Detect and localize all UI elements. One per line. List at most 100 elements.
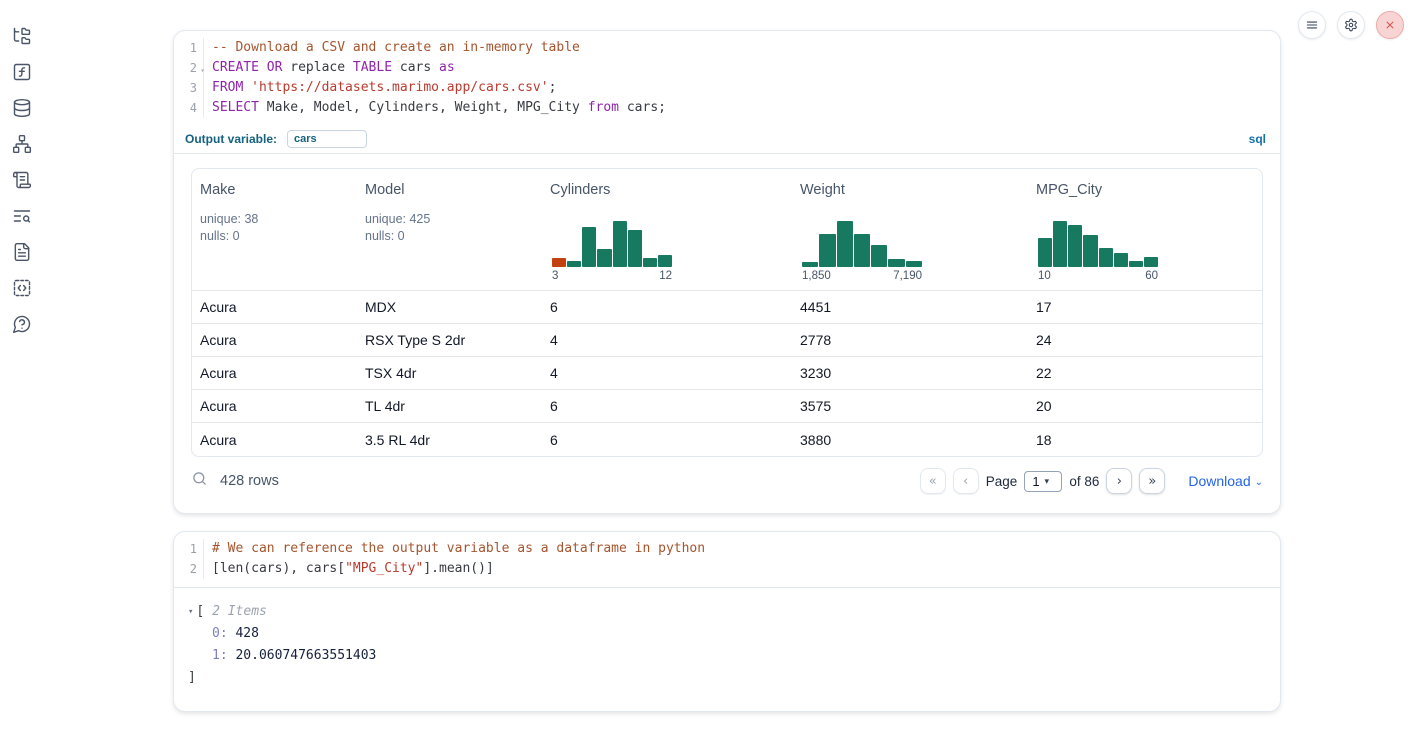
histogram-bar xyxy=(837,221,853,267)
histogram-max-label: 12 xyxy=(659,270,672,282)
dependency-graph-icon[interactable] xyxy=(4,126,40,162)
column-stats: unique: 38nulls: 0 xyxy=(200,211,349,245)
column-header-mpg_city[interactable]: MPG_City 1060 xyxy=(1028,169,1262,290)
table-row[interactable]: AcuraTL 4dr6357520 xyxy=(192,390,1262,423)
column-histogram[interactable]: 3 12 xyxy=(552,221,672,282)
code-line[interactable]: 4SELECT Make, Model, Cylinders, Weight, … xyxy=(174,98,1280,118)
download-button[interactable]: Download ⌄ xyxy=(1188,473,1263,489)
sql-code-editor[interactable]: 1-- Download a CSV and create an in-memo… xyxy=(174,31,1280,124)
histogram-bar xyxy=(567,261,581,267)
code-line[interactable]: 2[len(cars), cars["MPG_City"].mean()] xyxy=(174,559,1280,579)
histogram-bar xyxy=(552,258,566,267)
functions-icon[interactable] xyxy=(4,54,40,90)
histogram-min-label: 3 xyxy=(552,270,558,282)
code-line[interactable]: 3FROM 'https://datasets.marimo.app/cars.… xyxy=(174,78,1280,98)
logs-icon[interactable] xyxy=(4,198,40,234)
histogram-bar xyxy=(628,230,642,267)
histogram-bar xyxy=(1144,257,1158,267)
tree-line: ] xyxy=(188,667,1280,689)
code-line[interactable]: 1-- Download a CSV and create an in-memo… xyxy=(174,38,1280,58)
column-header-make[interactable]: Make unique: 38nulls: 0 xyxy=(192,169,357,290)
table-cell: 2778 xyxy=(792,332,1028,348)
row-count: 428 rows xyxy=(220,473,279,489)
download-label: Download xyxy=(1188,473,1250,489)
histogram-bar xyxy=(1114,253,1128,267)
column-header-weight[interactable]: Weight 1,8507,190 xyxy=(792,169,1028,290)
pagination: « ‹ Page 1 ▾ of 86 › » Download ⌄ xyxy=(920,468,1263,494)
table-body: AcuraMDX6445117AcuraRSX Type S 2dr427782… xyxy=(192,291,1262,456)
histogram-bar xyxy=(1099,248,1113,267)
histogram-bar xyxy=(906,261,922,267)
histogram-bar xyxy=(854,234,870,267)
table-row[interactable]: Acura3.5 RL 4dr6388018 xyxy=(192,423,1262,456)
histogram-bar xyxy=(1068,225,1082,267)
table-cell: 3575 xyxy=(792,398,1028,414)
code-text: SELECT Make, Model, Cylinders, Weight, M… xyxy=(204,98,666,118)
table-cell: 17 xyxy=(1028,299,1262,315)
histogram-bar xyxy=(802,262,818,267)
table-cell: 6 xyxy=(542,299,792,315)
code-text: CREATE OR replace TABLE cars as xyxy=(204,58,455,78)
code-text: -- Download a CSV and create an in-memor… xyxy=(204,38,580,58)
sidebar xyxy=(6,18,38,342)
python-code-editor[interactable]: 1# We can reference the output variable … xyxy=(174,532,1280,588)
snippets-icon[interactable] xyxy=(4,270,40,306)
table-cell: Acura xyxy=(192,398,357,414)
documentation-icon[interactable] xyxy=(4,234,40,270)
first-page-button[interactable]: « xyxy=(920,468,946,494)
histogram-bar xyxy=(613,221,627,267)
table-row[interactable]: AcuraTSX 4dr4323022 xyxy=(192,357,1262,390)
column-name: Make xyxy=(200,182,349,198)
column-stats: unique: 425nulls: 0 xyxy=(365,211,534,245)
histogram-min-label: 1,850 xyxy=(802,270,831,282)
histogram-bar xyxy=(582,227,596,267)
column-name: MPG_City xyxy=(1036,182,1254,198)
help-icon[interactable] xyxy=(4,306,40,342)
line-number: 1 xyxy=(174,539,204,559)
column-header-cylinders[interactable]: Cylinders312 xyxy=(542,169,792,290)
table-cell: TSX 4dr xyxy=(357,365,542,381)
prev-page-button[interactable]: ‹ xyxy=(953,468,979,494)
column-histogram[interactable]: 1060 xyxy=(1038,221,1158,282)
table-cell: Acura xyxy=(192,432,357,448)
output-variable-label: Output variable: xyxy=(185,132,277,146)
histogram-bar xyxy=(819,234,835,267)
histogram-bar xyxy=(871,245,887,267)
histogram-bar xyxy=(888,259,904,267)
scratchpad-icon[interactable] xyxy=(4,162,40,198)
next-page-button[interactable]: › xyxy=(1106,468,1132,494)
column-name: Weight xyxy=(800,182,1020,198)
table-footer: 428 rows « ‹ Page 1 ▾ of 86 › » Download… xyxy=(174,457,1280,505)
tree-collapse-icon[interactable]: ▾ xyxy=(188,601,193,623)
line-number: 2 xyxy=(174,559,204,579)
column-histogram[interactable]: 1,8507,190 xyxy=(802,221,922,282)
table-cell: 3.5 RL 4dr xyxy=(357,432,542,448)
code-line[interactable]: 2▾CREATE OR replace TABLE cars as xyxy=(174,58,1280,78)
data-sources-icon[interactable] xyxy=(4,90,40,126)
file-tree-icon[interactable] xyxy=(4,18,40,54)
page-select[interactable]: 1 ▾ xyxy=(1024,471,1062,492)
histogram-bar xyxy=(643,258,657,267)
output-variable-input[interactable] xyxy=(287,130,367,148)
settings-button[interactable] xyxy=(1337,11,1365,39)
table-cell: Acura xyxy=(192,299,357,315)
code-line[interactable]: 1# We can reference the output variable … xyxy=(174,539,1280,559)
column-header-model[interactable]: Modelunique: 425nulls: 0 xyxy=(357,169,542,290)
language-badge[interactable]: sql xyxy=(1249,132,1266,146)
table-cell: 3230 xyxy=(792,365,1028,381)
search-icon[interactable] xyxy=(191,470,208,492)
shutdown-button[interactable] xyxy=(1376,11,1404,39)
tree-line: ▾[ 2 Items xyxy=(188,601,1280,623)
line-number: 1 xyxy=(174,38,204,58)
table-row[interactable]: AcuraMDX6445117 xyxy=(192,291,1262,324)
last-page-button[interactable]: » xyxy=(1139,468,1165,494)
python-output-tree: ▾[ 2 Items0: 4281: 20.060747663551403] xyxy=(174,588,1280,689)
table-cell: 6 xyxy=(542,398,792,414)
table-cell: 6 xyxy=(542,432,792,448)
chevron-down-icon: ⌄ xyxy=(1255,477,1263,488)
code-text: # We can reference the output variable a… xyxy=(204,539,705,559)
histogram-bar xyxy=(658,255,672,267)
menu-button[interactable] xyxy=(1298,11,1326,39)
table-cell: 4 xyxy=(542,332,792,348)
table-row[interactable]: AcuraRSX Type S 2dr4277824 xyxy=(192,324,1262,357)
